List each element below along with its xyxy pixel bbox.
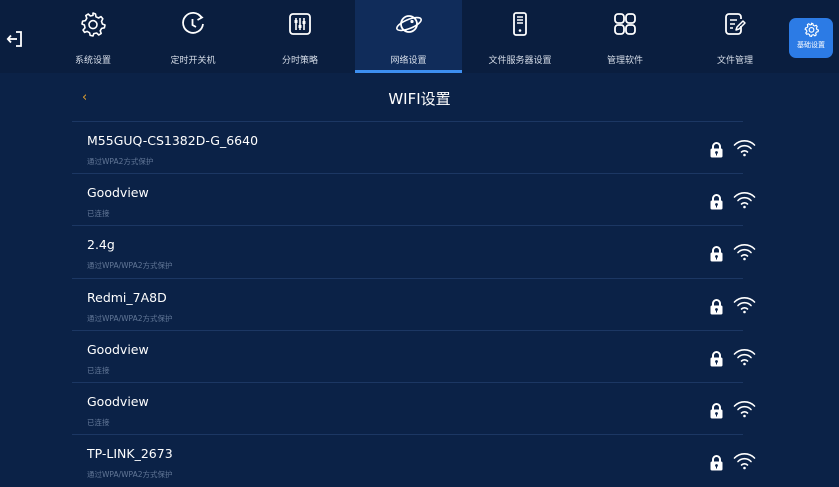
tab-manage-software[interactable]: 管理软件 xyxy=(585,0,665,73)
lock-icon xyxy=(710,350,723,367)
wifi-network-row[interactable]: Goodview 已连接 xyxy=(72,330,756,383)
wifi-ssid: Redmi_7A8D xyxy=(87,290,167,305)
wifi-network-row[interactable]: Goodview 已连接 xyxy=(72,382,756,435)
server-icon xyxy=(513,12,527,36)
wifi-network-row[interactable]: 2.4g 通过WPA/WPA2方式保护 xyxy=(72,225,756,278)
wifi-network-row[interactable]: Redmi_7A8D 通过WPA/WPA2方式保护 xyxy=(72,278,756,331)
basic-settings-label: 基础设置 xyxy=(797,41,825,49)
top-navigation: 系统设置 定时开关机 分时策略 网络设置 文件服务器设置 管理软件 文件管理 基… xyxy=(0,0,839,73)
globe-icon xyxy=(395,15,422,33)
gear-icon xyxy=(804,22,819,37)
wifi-signal-icon xyxy=(733,400,756,418)
wifi-ssid: TP-LINK_2673 xyxy=(87,446,173,461)
active-tab-indicator xyxy=(355,70,462,73)
wifi-signal-icon xyxy=(733,191,756,209)
wifi-ssid: Goodview xyxy=(87,185,149,200)
wifi-ssid: Goodview xyxy=(87,342,149,357)
gear-icon xyxy=(81,12,106,37)
tab-label: 管理软件 xyxy=(606,56,643,66)
wifi-security-status: 已连接 xyxy=(87,418,110,427)
lock-icon xyxy=(710,298,723,315)
lock-icon xyxy=(710,402,723,419)
wifi-security-status: 已连接 xyxy=(87,366,110,375)
wifi-security-status: 已连接 xyxy=(87,209,110,218)
clock-refresh-icon xyxy=(182,11,204,34)
wifi-signal-icon xyxy=(733,348,756,366)
sliders-icon xyxy=(289,13,311,35)
wifi-signal-icon xyxy=(733,452,756,470)
tab-label: 系统设置 xyxy=(74,56,111,66)
wifi-ssid: 2.4g xyxy=(87,237,115,252)
wifi-ssid: M55GUQ-CS1382D-G_6640 xyxy=(87,133,259,148)
wifi-security-status: 通过WPA2方式保护 xyxy=(87,157,154,166)
exit-icon xyxy=(6,31,22,47)
tab-system-settings[interactable]: 系统设置 xyxy=(53,0,133,73)
exit-button[interactable] xyxy=(2,26,28,52)
tab-label: 定时开关机 xyxy=(170,56,216,66)
tab-network-settings[interactable]: 网络设置 xyxy=(355,0,462,73)
tab-label: 文件服务器设置 xyxy=(488,56,552,66)
wifi-signal-icon xyxy=(733,296,756,314)
wifi-signal-icon xyxy=(733,243,756,261)
tab-time-strategy[interactable]: 分时策略 xyxy=(260,0,340,73)
lock-icon xyxy=(710,245,723,262)
file-edit-icon xyxy=(725,13,746,35)
tab-file-management[interactable]: 文件管理 xyxy=(695,0,775,73)
tab-scheduled-power[interactable]: 定时开关机 xyxy=(153,0,233,73)
apps-grid-icon xyxy=(614,13,636,35)
tab-label: 文件管理 xyxy=(716,56,753,66)
tab-label: 分时策略 xyxy=(281,56,318,66)
wifi-security-status: 通过WPA/WPA2方式保护 xyxy=(87,314,173,323)
wifi-network-row[interactable]: TP-LINK_2673 通过WPA/WPA2方式保护 xyxy=(72,434,756,487)
page-title: WIFI设置 xyxy=(388,90,451,108)
lock-icon xyxy=(710,454,723,471)
wifi-ssid: Goodview xyxy=(87,394,149,409)
tab-file-server-settings[interactable]: 文件服务器设置 xyxy=(475,0,565,73)
wifi-security-status: 通过WPA/WPA2方式保护 xyxy=(87,261,173,270)
basic-settings-button[interactable]: 基础设置 xyxy=(789,18,833,58)
lock-icon xyxy=(710,193,723,210)
lock-icon xyxy=(710,141,723,158)
tab-label: 网络设置 xyxy=(390,56,427,66)
wifi-network-row[interactable]: Goodview 已连接 xyxy=(72,173,756,226)
wifi-network-row[interactable]: M55GUQ-CS1382D-G_6640 通过WPA2方式保护 xyxy=(72,121,756,174)
wifi-signal-icon xyxy=(733,139,756,157)
